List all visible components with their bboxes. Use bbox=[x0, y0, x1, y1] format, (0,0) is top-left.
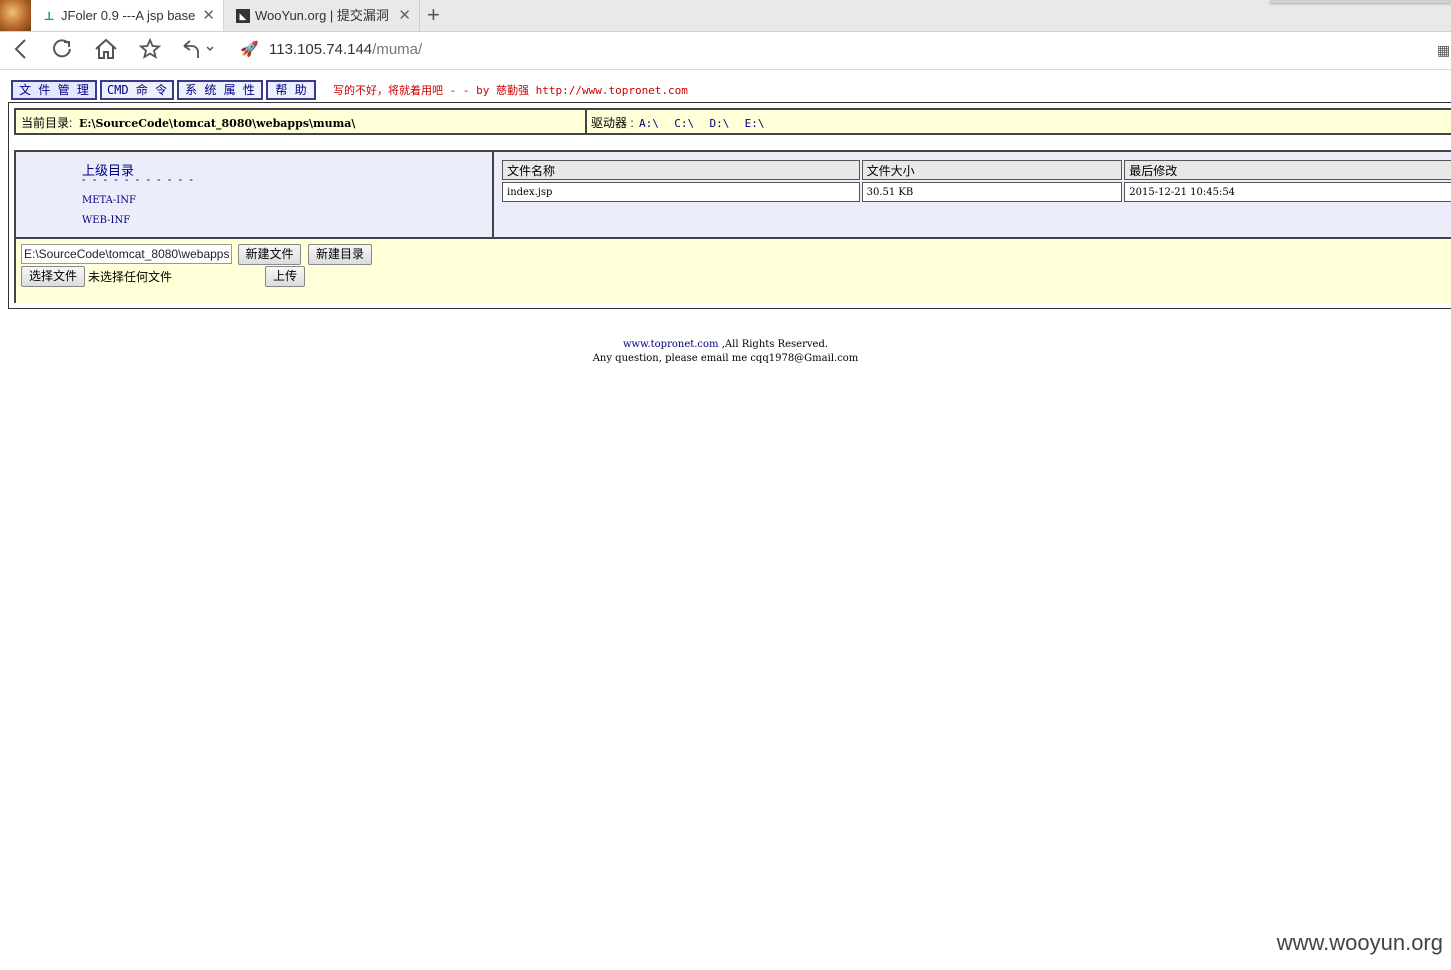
footer-line-1: www.topronet.com ,All Rights Reserved. bbox=[0, 338, 1451, 352]
home-icon[interactable] bbox=[94, 38, 118, 66]
author-tagline: 写的不好，将就着用吧 - - by 慈勤强 http://www.toprone… bbox=[333, 84, 688, 97]
file-size: 30.51 KB bbox=[861, 182, 1123, 202]
refresh-icon[interactable] bbox=[51, 38, 73, 66]
undo-icon[interactable] bbox=[180, 38, 216, 66]
close-icon[interactable]: ✕ bbox=[202, 0, 215, 31]
actions-area: E:\SourceCode\tomcat_8080\webapps 新建文件 新… bbox=[16, 237, 1451, 303]
footer-contact: Any question, please email me cqq1978@Gm… bbox=[592, 353, 859, 364]
divider bbox=[585, 110, 587, 133]
nav-bar: 🚀 113.105.74.144/muma/ ▦ bbox=[0, 32, 1451, 70]
no-file-label: 未选择任何文件 bbox=[88, 270, 173, 284]
current-dir: 当前目录: E:\SourceCode\tomcat_8080\webapps\… bbox=[21, 114, 355, 131]
col-header-modified: 最后修改 bbox=[1124, 160, 1451, 180]
favorite-star-icon[interactable] bbox=[138, 37, 162, 66]
new-tab-icon[interactable]: + bbox=[427, 3, 440, 27]
col-header-name: 文件名称 bbox=[502, 160, 860, 180]
current-dir-label: 当前目录: bbox=[21, 116, 73, 130]
drive-link-a[interactable]: A:\ bbox=[639, 117, 659, 130]
menu-help[interactable]: 帮 助 bbox=[266, 80, 316, 100]
choose-file-button[interactable]: 选择文件 bbox=[21, 266, 85, 287]
file-table: 文件名称 文件大小 最后修改 index.jsp 30.51 KB 2015-1… bbox=[500, 158, 1451, 204]
current-dir-value: E:\SourceCode\tomcat_8080\webapps\muma\ bbox=[79, 117, 356, 130]
dir-link-web-inf[interactable]: WEB-INF bbox=[82, 215, 130, 226]
drive-link-c[interactable]: C:\ bbox=[674, 117, 694, 130]
dashes-divider: - - - - - - - - - - - bbox=[82, 174, 195, 186]
page-content: 文 件 管 理 CMD 命 令 系 统 属 性 帮 助 写的不好，将就着用吧 -… bbox=[0, 70, 1451, 970]
tab-bar: ⊥ JFoler 0.9 ---A jsp base ✕ ◣ WooYun.or… bbox=[0, 0, 1451, 32]
new-dir-button[interactable]: 新建目录 bbox=[308, 244, 372, 265]
new-file-button[interactable]: 新建文件 bbox=[238, 244, 301, 265]
footer-rights: ,All Rights Reserved. bbox=[718, 339, 829, 350]
close-icon[interactable]: ✕ bbox=[398, 0, 411, 31]
tab-jfoler[interactable]: ⊥ JFoler 0.9 ---A jsp base ✕ bbox=[31, 0, 224, 31]
qr-code-icon[interactable]: ▦ bbox=[1437, 42, 1450, 59]
directory-panel: 上级目录 - - - - - - - - - - - META-INF WEB-… bbox=[16, 152, 494, 237]
watermark: www.wooyun.org bbox=[1276, 930, 1443, 955]
page-rocket-icon: 🚀 bbox=[240, 41, 259, 58]
dir-link-meta-inf[interactable]: META-INF bbox=[82, 195, 136, 206]
table-row: index.jsp 30.51 KB 2015-12-21 10:45:54 bbox=[502, 182, 1451, 202]
window-edge bbox=[1270, 0, 1451, 3]
menu-system-props[interactable]: 系 统 属 性 bbox=[177, 80, 263, 100]
address-host: 113.105.74.144 bbox=[269, 41, 373, 58]
drives: 驱动器 : A:\ C:\ D:\ E:\ bbox=[591, 114, 765, 131]
drives-label: 驱动器 : bbox=[591, 116, 634, 130]
wooyun-favicon-icon: ◣ bbox=[236, 9, 250, 23]
file-panel: 文件名称 文件大小 最后修改 index.jsp 30.51 KB 2015-1… bbox=[494, 152, 1451, 237]
address-path: /muma/ bbox=[372, 41, 423, 58]
drive-link-d[interactable]: D:\ bbox=[709, 117, 729, 130]
path-input[interactable]: E:\SourceCode\tomcat_8080\webapps bbox=[21, 244, 232, 264]
menu-cmd[interactable]: CMD 命 令 bbox=[100, 80, 174, 100]
footer-site-link[interactable]: www.topronet.com bbox=[623, 339, 719, 350]
tab-wooyun[interactable]: ◣ WooYun.org | 提交漏洞 ✕ bbox=[225, 0, 420, 31]
browser-box: 上级目录 - - - - - - - - - - - META-INF WEB-… bbox=[14, 150, 1451, 303]
user-avatar[interactable] bbox=[0, 0, 31, 31]
upload-button[interactable]: 上传 bbox=[265, 266, 305, 287]
path-bar: 当前目录: E:\SourceCode\tomcat_8080\webapps\… bbox=[14, 108, 1451, 135]
table-header-row: 文件名称 文件大小 最后修改 bbox=[502, 160, 1451, 180]
menu-file-manage[interactable]: 文 件 管 理 bbox=[11, 80, 97, 100]
drive-link-e[interactable]: E:\ bbox=[745, 117, 765, 130]
address-bar[interactable]: 113.105.74.144/muma/ bbox=[269, 40, 422, 60]
col-header-size: 文件大小 bbox=[861, 160, 1123, 180]
file-name-link[interactable]: index.jsp bbox=[502, 182, 860, 202]
footer: www.topronet.com ,All Rights Reserved. A… bbox=[0, 338, 1451, 366]
jfoler-favicon-icon: ⊥ bbox=[43, 9, 55, 23]
file-modified: 2015-12-21 10:45:54 bbox=[1124, 182, 1451, 202]
tab-title: WooYun.org | 提交漏洞 bbox=[255, 8, 389, 23]
tab-title: JFoler 0.9 ---A jsp base bbox=[61, 8, 196, 23]
back-icon[interactable] bbox=[13, 38, 29, 66]
